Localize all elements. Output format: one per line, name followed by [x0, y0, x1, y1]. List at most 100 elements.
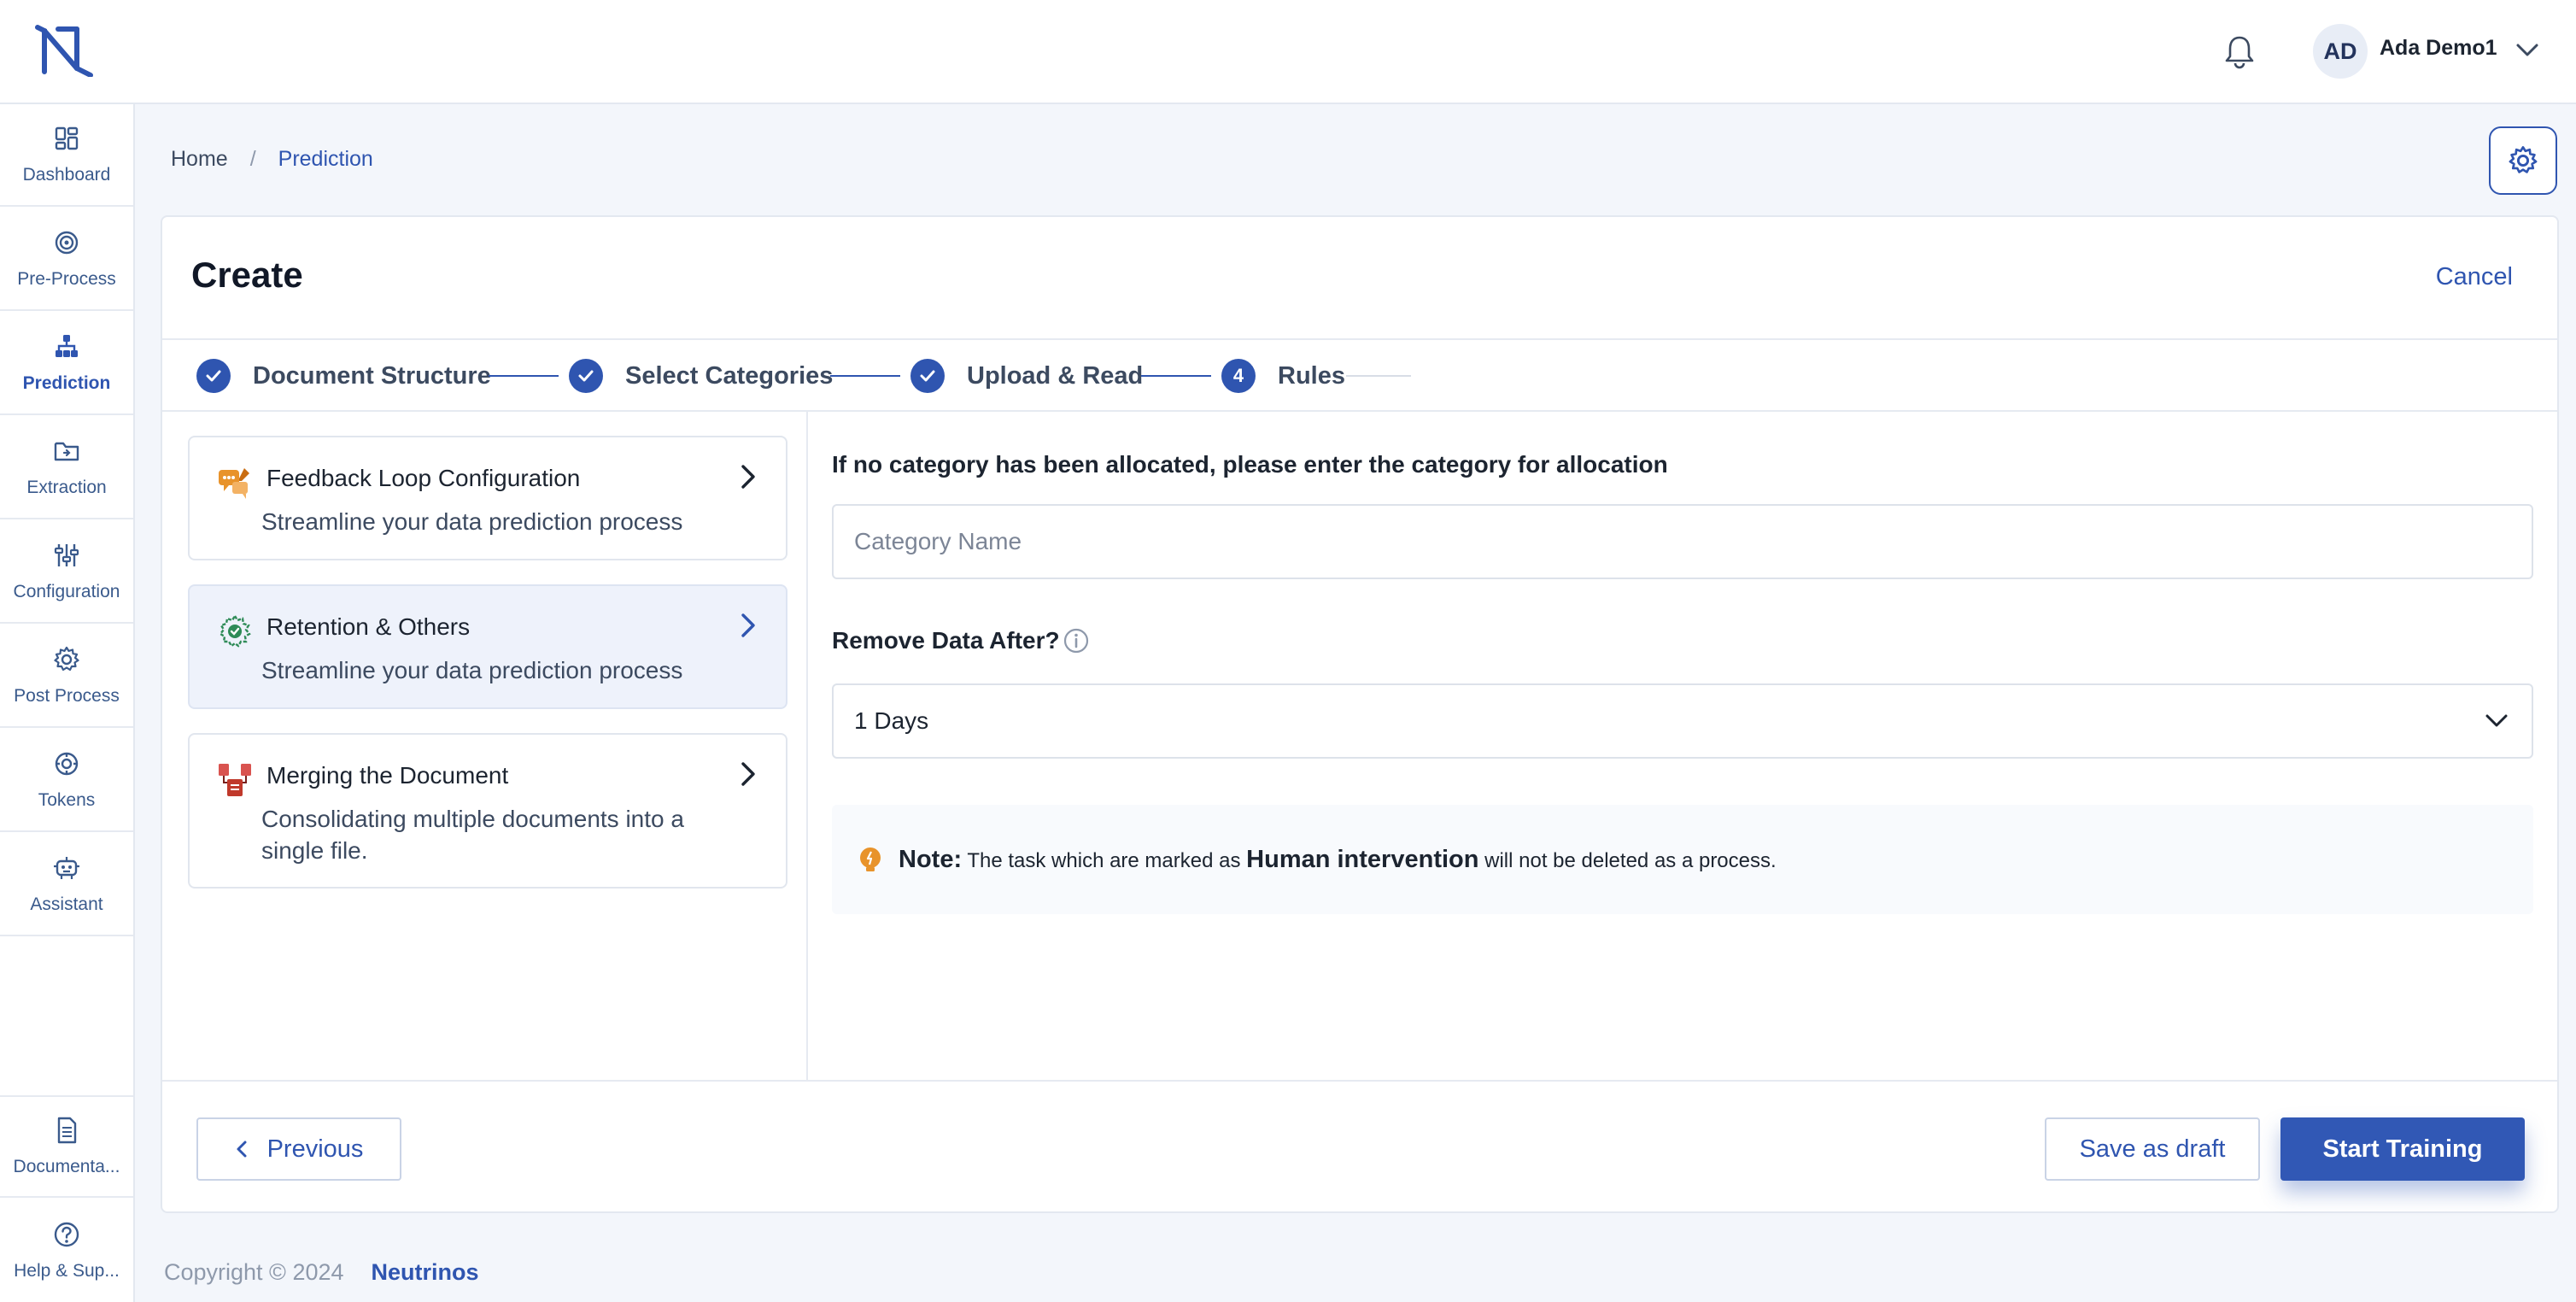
folder-icon: [54, 442, 79, 461]
sidebar-item-assistant[interactable]: Assistant: [0, 834, 133, 936]
note-text-before: The task which are marked as: [967, 848, 1241, 872]
gear-icon: [54, 646, 79, 672]
option-description: Streamline your data prediction process: [261, 657, 683, 683]
step-label: Upload & Read: [967, 361, 1144, 390]
neutrinos-logo[interactable]: [32, 22, 97, 77]
hierarchy-icon: [56, 335, 78, 357]
sidebar-item-label: Post Process: [14, 686, 120, 706]
note-prefix: Note:: [899, 845, 963, 873]
save-draft-button[interactable]: Save as draft: [2045, 1117, 2260, 1181]
create-card: Create Cancel Document Structure Select …: [161, 215, 2559, 1213]
copyright: Copyright © 2024: [164, 1259, 344, 1285]
target-icon: [55, 231, 79, 255]
step-number: 4: [1221, 359, 1256, 393]
sidebar-item-label: Assistant: [30, 894, 103, 914]
breadcrumb: Home / Prediction: [171, 147, 373, 172]
note-text: Note: The task which are marked as Human…: [899, 846, 1777, 874]
sidebar-item-post-process[interactable]: Post Process: [0, 625, 133, 728]
info-icon[interactable]: [1063, 627, 1090, 654]
merge-documents-icon: [219, 764, 251, 796]
user-name[interactable]: Ada Demo1: [2380, 36, 2497, 61]
select-value: 1 Days: [854, 707, 929, 734]
sidebar-item-configuration[interactable]: Configuration: [0, 521, 133, 624]
feedback-chat-icon: [219, 468, 249, 499]
start-training-button[interactable]: Start Training: [2280, 1117, 2525, 1181]
note-highlight: Human intervention: [1246, 845, 1479, 873]
step-document-structure: Document Structure: [196, 359, 491, 393]
option-description: Consolidating multiple documents into a …: [261, 806, 684, 864]
chevron-right-icon: [741, 465, 755, 489]
sidebar-item-extraction[interactable]: Extraction: [0, 417, 133, 519]
top-bar: AD Ada Demo1: [0, 0, 2576, 104]
sidebar-item-tokens[interactable]: Tokens: [0, 730, 133, 832]
retention-gear-icon: [219, 613, 251, 648]
previous-button[interactable]: Previous: [196, 1117, 401, 1181]
option-description: Streamline your data prediction process: [261, 508, 683, 535]
note-box: Note: The task which are marked as Human…: [832, 805, 2533, 914]
sidebar-item-pre-process[interactable]: Pre-Process: [0, 208, 133, 311]
page-footer: Copyright © 2024 Neutrinos: [164, 1259, 479, 1286]
previous-label: Previous: [266, 1135, 364, 1163]
breadcrumb-separator: /: [249, 147, 256, 171]
help-icon: [54, 1222, 79, 1247]
sliders-icon: [54, 544, 79, 566]
chevron-down-icon: [2485, 714, 2508, 727]
chevron-left-icon: [237, 1141, 247, 1158]
remove-data-select[interactable]: 1 Days: [832, 683, 2533, 759]
sidebar-item-label: Tokens: [38, 790, 96, 810]
sidebar-item-dashboard[interactable]: Dashboard: [0, 104, 133, 207]
chevron-right-icon: [741, 762, 755, 786]
step-connector: [489, 375, 559, 377]
category-field-label: If no category has been allocated, pleas…: [832, 451, 1668, 478]
lightbulb-icon: [860, 847, 881, 871]
sidebar-item-label: Pre-Process: [17, 269, 116, 289]
step-label: Rules: [1278, 361, 1345, 390]
note-text-after: will not be deleted as a process.: [1484, 848, 1777, 872]
chevron-down-icon[interactable]: [2515, 39, 2540, 60]
token-gear-icon: [55, 752, 79, 776]
cancel-button[interactable]: Cancel: [2436, 263, 2513, 291]
rules-options-panel: Feedback Loop Configuration Streamline y…: [162, 412, 808, 1082]
page-title: Create: [191, 255, 303, 295]
step-connector: [1141, 375, 1211, 377]
step-select-categories: Select Categories: [569, 359, 833, 393]
option-feedback-loop[interactable]: Feedback Loop Configuration Streamline y…: [188, 436, 787, 560]
step-connector: [1346, 375, 1411, 377]
breadcrumb-home[interactable]: Home: [171, 147, 228, 172]
option-merging[interactable]: Merging the Document Consolidating multi…: [188, 733, 787, 889]
check-icon: [569, 359, 603, 393]
option-title: Retention & Others: [266, 613, 471, 640]
breadcrumb-current: Prediction: [278, 147, 373, 171]
step-upload-read: Upload & Read: [910, 359, 1143, 393]
sidebar-item-label: Configuration: [13, 582, 120, 601]
option-title: Feedback Loop Configuration: [266, 465, 581, 491]
option-retention[interactable]: Retention & Others Streamline your data …: [188, 584, 787, 709]
sidebar-item-documentation[interactable]: Documenta...: [0, 1095, 133, 1198]
brand-link[interactable]: Neutrinos: [372, 1259, 479, 1286]
avatar[interactable]: AD: [2313, 24, 2368, 79]
divider: [162, 1080, 2557, 1082]
category-name-input[interactable]: [832, 504, 2533, 579]
sidebar-item-prediction[interactable]: Prediction: [0, 313, 133, 415]
sidebar-item-label: Help & Sup...: [14, 1261, 120, 1281]
sidebar-item-label: Dashboard: [22, 165, 111, 185]
step-connector: [830, 375, 900, 377]
step-label: Document Structure: [253, 361, 491, 390]
sidebar-item-label: Prediction: [22, 373, 111, 393]
check-icon: [196, 359, 231, 393]
step-label: Select Categories: [625, 361, 834, 390]
settings-button[interactable]: [2489, 126, 2557, 195]
document-icon: [57, 1117, 77, 1144]
chevron-right-icon: [741, 613, 755, 637]
remove-data-label: Remove Data After?: [832, 627, 1060, 654]
sidebar-item-help[interactable]: Help & Sup...: [0, 1199, 133, 1302]
gear-icon: [2509, 146, 2538, 173]
bell-icon[interactable]: [2221, 32, 2258, 70]
sidebar-item-label: Documenta...: [13, 1157, 120, 1176]
dashboard-icon: [55, 126, 79, 150]
check-icon: [910, 359, 945, 393]
sidebar: Dashboard Pre-Process Prediction Extract…: [0, 104, 135, 1302]
divider: [162, 338, 2557, 340]
step-rules: 4 Rules: [1221, 359, 1345, 393]
robot-icon: [54, 857, 79, 879]
